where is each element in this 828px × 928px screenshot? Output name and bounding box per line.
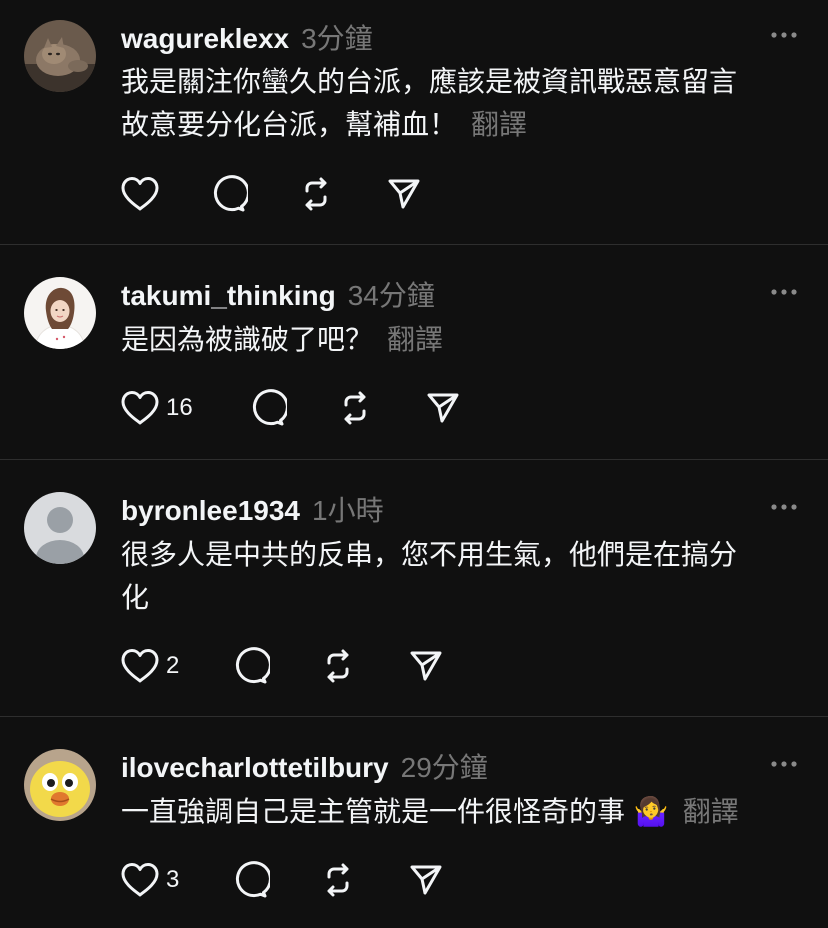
repost-icon xyxy=(344,391,366,425)
like-button[interactable]: 16 xyxy=(120,388,249,428)
post-text: 一直強調自己是主管就是一件很怪奇的事 🤷‍♀️ 翻譯 xyxy=(121,790,811,833)
reply-bubble-icon xyxy=(235,647,270,684)
reply-post-1: wagureklexx 3分鐘 我是關注你蠻久的台派，應該是被資訊戰惡意留言 故… xyxy=(0,0,828,244)
reply-bubble-icon xyxy=(213,175,248,212)
send-icon xyxy=(410,651,442,681)
more-dots-icon[interactable] xyxy=(770,503,798,511)
like-button[interactable]: 3 xyxy=(120,860,232,900)
post-header: wagureklexx 3分鐘 xyxy=(121,17,373,54)
reply-button[interactable] xyxy=(210,174,298,214)
avatar[interactable] xyxy=(24,20,96,92)
post-text: 是因為被識破了吧？ 翻譯 xyxy=(121,318,811,361)
like-count: 2 xyxy=(166,652,180,679)
reply-post-4: ilovecharlottetilbury 29分鐘 一直強調自己是主管就是一件… xyxy=(0,717,828,928)
heart-icon xyxy=(121,177,159,211)
heart-icon xyxy=(121,863,159,897)
reply-button[interactable] xyxy=(232,860,320,900)
send-icon xyxy=(388,179,420,209)
reply-bubble-icon xyxy=(235,861,270,898)
action-bar: 2 xyxy=(120,646,468,686)
translate-link[interactable]: 翻譯 xyxy=(471,108,527,141)
post-text-line: 一直強調自己是主管就是一件很怪奇的事 🤷‍♀️ xyxy=(121,795,669,828)
avatar[interactable] xyxy=(24,749,96,821)
action-bar: 16 xyxy=(120,388,485,428)
post-text: 我是關注你蠻久的台派，應該是被資訊戰惡意留言 故意要分化台派，幫補血！ 翻譯 xyxy=(121,60,811,146)
share-button[interactable] xyxy=(408,646,468,686)
more-dots-icon[interactable] xyxy=(770,760,798,768)
username[interactable]: takumi_thinking xyxy=(121,280,336,312)
cat-avatar-image xyxy=(24,20,96,92)
share-button[interactable] xyxy=(386,174,446,214)
username[interactable]: byronlee1934 xyxy=(121,495,300,527)
repost-button[interactable] xyxy=(298,174,386,214)
avatar[interactable] xyxy=(24,492,96,564)
more-dots-icon[interactable] xyxy=(770,288,798,296)
person-avatar-image xyxy=(24,277,96,349)
post-header: byronlee1934 1小時 xyxy=(121,489,384,526)
repost-button[interactable] xyxy=(320,860,408,900)
post-text-line: 很多人是中共的反串，您不用生氣，他們是在搞分 xyxy=(121,538,738,571)
reply-bubble-icon xyxy=(252,389,287,426)
reply-post-3: byronlee1934 1小時 很多人是中共的反串，您不用生氣，他們是在搞分 … xyxy=(0,460,828,716)
translate-link[interactable]: 翻譯 xyxy=(683,795,739,828)
post-text-line: 故意要分化台派，幫補血！ xyxy=(121,108,458,141)
reply-post-2: takumi_thinking 34分鐘 是因為被識破了吧？ 翻譯 16 xyxy=(0,245,828,459)
action-bar xyxy=(120,174,446,214)
heart-icon xyxy=(121,391,159,425)
timestamp: 34分鐘 xyxy=(347,280,435,311)
share-button[interactable] xyxy=(425,388,485,428)
reply-button[interactable] xyxy=(232,646,320,686)
post-text-line: 化 xyxy=(121,581,150,614)
like-button[interactable]: 2 xyxy=(120,646,232,686)
post-header: ilovecharlottetilbury 29分鐘 xyxy=(121,746,488,783)
username[interactable]: ilovecharlottetilbury xyxy=(121,752,389,784)
like-count: 3 xyxy=(166,866,180,893)
like-count: 16 xyxy=(166,394,193,421)
timestamp: 29分鐘 xyxy=(400,752,488,783)
heart-icon xyxy=(121,649,159,683)
share-button[interactable] xyxy=(408,860,468,900)
post-text-line: 是因為被識破了吧？ xyxy=(121,323,374,356)
repost-button[interactable] xyxy=(337,388,425,428)
repost-icon xyxy=(305,177,327,211)
post-header: takumi_thinking 34分鐘 xyxy=(121,274,435,311)
action-bar: 3 xyxy=(120,860,468,900)
timestamp: 1小時 xyxy=(312,495,384,526)
post-text: 很多人是中共的反串，您不用生氣，他們是在搞分 化 xyxy=(121,533,811,619)
chick-avatar-image xyxy=(24,749,96,821)
repost-button[interactable] xyxy=(320,646,408,686)
more-dots-icon[interactable] xyxy=(770,31,798,39)
username[interactable]: wagureklexx xyxy=(121,23,289,55)
send-icon xyxy=(427,393,459,423)
default-avatar-image xyxy=(24,492,96,564)
post-text-line: 我是關注你蠻久的台派，應該是被資訊戰惡意留言 xyxy=(121,65,738,98)
send-icon xyxy=(410,865,442,895)
repost-icon xyxy=(327,863,349,897)
timestamp: 3分鐘 xyxy=(301,23,373,54)
reply-button[interactable] xyxy=(249,388,337,428)
like-button[interactable] xyxy=(120,174,210,214)
repost-icon xyxy=(327,649,349,683)
avatar[interactable] xyxy=(24,277,96,349)
translate-link[interactable]: 翻譯 xyxy=(387,323,443,356)
